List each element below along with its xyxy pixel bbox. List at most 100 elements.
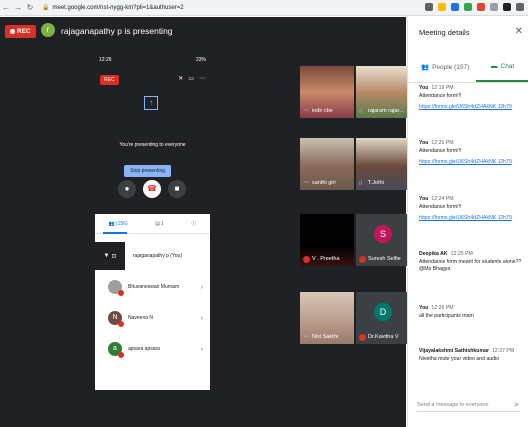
message-text: Attendance form!!!: [419, 92, 462, 99]
message-sender: You: [419, 85, 429, 91]
video-tile[interactable]: V . Preetha: [300, 214, 354, 266]
rec-label: REC: [17, 28, 31, 35]
phone-tab-people: 👥 (156): [109, 221, 128, 227]
people-count: (156): [115, 220, 128, 227]
avatar: [108, 280, 124, 296]
people-icon: 👥: [421, 64, 430, 71]
tab-chat-label: Chat: [500, 63, 515, 70]
list-item: N Naveena N ›: [95, 304, 210, 332]
chat-message: Vijayalakshmi Sathishkumar 12:27 PM Nivet…: [419, 348, 525, 363]
phone-tab-chat: ▤ 1: [155, 221, 164, 227]
message-time: 12:25 PM: [450, 251, 473, 257]
star-icon[interactable]: [438, 3, 446, 11]
message-text: Nivetha mute your video and audio: [419, 355, 500, 362]
tile-name: santhi giri: [312, 180, 336, 186]
video-tile[interactable]: ıl T.Jothi: [356, 138, 410, 190]
video-tile[interactable]: ⋯ santhi giri: [300, 138, 354, 190]
message-time: 12:24 PM: [431, 196, 454, 202]
address-bar[interactable]: 🔒 meet.google.com/nst-nygg-km?pli=1&auth…: [42, 4, 184, 12]
chat-icon: ▬: [491, 63, 498, 70]
send-icon[interactable]: ➤: [513, 400, 520, 409]
message-time: 12:27 PM: [491, 348, 515, 354]
more-icon: ⋯: [199, 76, 205, 82]
message-link[interactable]: https://forms.gle/U6Sh4dZHAkNK J2h79: [419, 159, 525, 167]
video-tile[interactable]: ⋯ indir cbe: [300, 66, 354, 118]
message-time: 12:19 PM: [431, 85, 454, 91]
participant-name: rajaganapathy p (You): [133, 253, 183, 259]
chevron-right-icon: ›: [200, 283, 203, 291]
phone-rec-badge: REC: [100, 75, 119, 85]
close-icon[interactable]: ✕: [515, 26, 523, 37]
extension-icon[interactable]: [490, 3, 498, 11]
video-tile[interactable]: ⋯ Nivi Sakthi: [300, 292, 354, 344]
avatar: S: [374, 225, 392, 243]
lock-icon: 🔒: [42, 5, 50, 11]
recording-badge: REC: [5, 25, 36, 38]
message-sender: You: [419, 196, 429, 202]
browser-toolbar: ← → ↻ 🔒 meet.google.com/nst-nygg-km?pli=…: [0, 0, 528, 16]
message-text: Attendance form meant for students alone…: [419, 258, 522, 273]
reload-icon[interactable]: ↻: [24, 3, 36, 12]
message-sender: You: [419, 140, 429, 146]
message-text: Attendance form!!!: [419, 147, 462, 154]
chat-input[interactable]: Send a message to everyone ➤: [417, 398, 520, 412]
mic-off-icon: [359, 256, 366, 263]
tile-name: indir cbe: [312, 108, 333, 114]
tab-people-label: People (157): [432, 63, 470, 71]
people-icon: 👥: [108, 220, 115, 227]
stop-presenting-button: Stop presenting: [124, 165, 172, 177]
forward-icon[interactable]: →: [12, 3, 24, 12]
back-icon[interactable]: ←: [0, 3, 12, 12]
record-dot-icon: [10, 29, 15, 34]
tile-name: V . Preetha: [312, 256, 340, 262]
phone-time: 12:26: [99, 57, 112, 63]
chat-icon: ▤: [155, 220, 160, 227]
message-link[interactable]: https://forms.gle/U6Sh4dZHAkNK J2h79: [419, 104, 525, 112]
avatar-initial: N: [112, 314, 118, 321]
info-icon: ⓘ: [191, 221, 197, 227]
avatar-initial: a: [113, 345, 117, 352]
video-tile[interactable]: D Dr.Kavitha V: [356, 292, 410, 344]
phone-toolbar: ✕ ▭ ⋯: [178, 75, 205, 82]
cast-icon[interactable]: [425, 3, 433, 11]
video-tile[interactable]: S Suresh Selfie: [356, 214, 410, 266]
extension-icon[interactable]: [451, 3, 459, 11]
tile-name: rajaram rajar...: [368, 108, 404, 114]
message-sender: Deepika AK: [419, 251, 448, 257]
tab-people[interactable]: 👥 People (157): [421, 63, 470, 72]
avatar: a: [108, 342, 124, 358]
tab-chat[interactable]: ▬ Chat: [491, 63, 514, 70]
menu-icon[interactable]: [516, 3, 524, 11]
chat-message: You 12:24 PM Attendance form!!! https://f…: [419, 196, 525, 223]
audio-level-icon: ıl: [359, 181, 362, 187]
more-icon: ⋯: [303, 108, 309, 114]
avatar: N: [108, 311, 124, 327]
mic-off-icon: [303, 256, 310, 263]
phone-tab-info: ⓘ: [191, 220, 196, 227]
participant-name: Naveena N: [128, 315, 154, 321]
message-time: 12:26 PM: [431, 305, 454, 311]
shared-screen: 12:26 23% REC ✕ ▭ ⋯ ↑ You're presenting …: [95, 54, 210, 390]
screen-icon: ▭: [188, 76, 194, 82]
video-tile[interactable]: ıl rajaram rajar...: [356, 66, 410, 118]
phone-tabs: 👥 (156) ▤ 1 ⓘ: [95, 214, 210, 234]
extension-icon[interactable]: [464, 3, 472, 11]
end-call-icon: ☎: [143, 180, 161, 198]
message-sender: Vijayalakshmi Sathishkumar: [419, 348, 489, 354]
tile-name: T.Jothi: [368, 180, 384, 186]
panel-title: Meeting details: [419, 28, 470, 37]
more-icon: ⋯: [303, 334, 309, 340]
tile-name: Suresh Selfie: [368, 256, 401, 262]
message-link[interactable]: https://forms.gle/U6Sh4dZHAkNK J2h79: [419, 215, 525, 223]
chat-badge: 1: [160, 220, 164, 227]
presenting-banner: rajaganapathy p is presenting: [61, 26, 173, 36]
tile-name: Dr.Kavitha V: [368, 334, 399, 340]
chevron-right-icon: ›: [200, 345, 203, 353]
extension-icon[interactable]: [477, 3, 485, 11]
audio-level-icon: ıl: [359, 109, 362, 115]
mic-off-icon: [359, 334, 366, 341]
meeting-details-panel: Meeting details ✕ 👥 People (157) ▬ Chat …: [407, 17, 528, 427]
puzzle-icon[interactable]: [503, 3, 511, 11]
phone-battery: 23%: [195, 57, 206, 63]
mic-off-icon: [118, 352, 124, 358]
